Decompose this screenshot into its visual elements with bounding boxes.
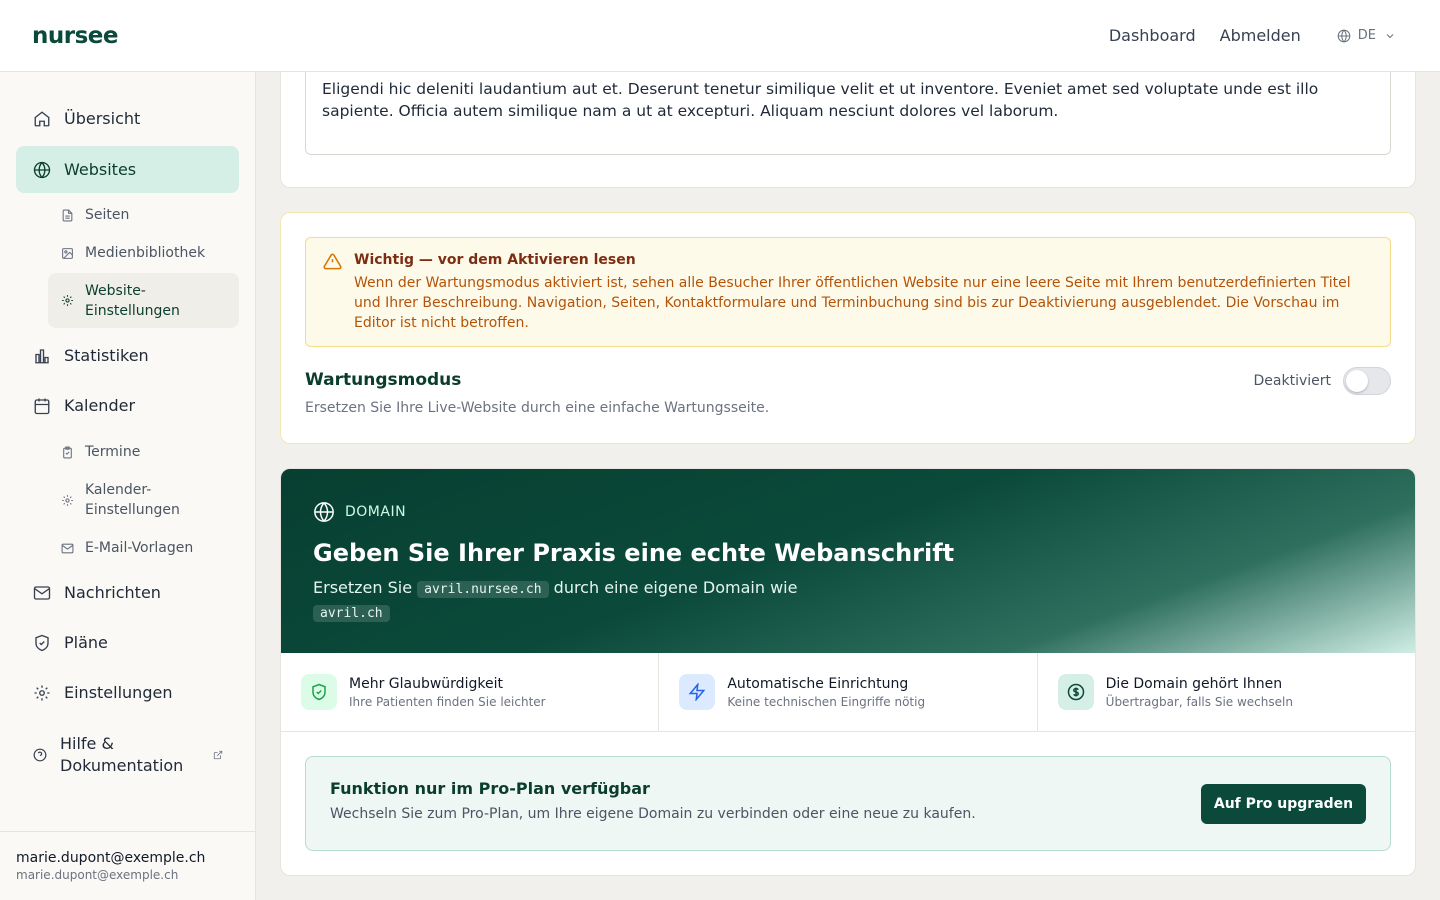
pro-plan-box: Funktion nur im Pro-Plan verfügbar Wechs…: [305, 756, 1391, 851]
app-logo[interactable]: nursee: [32, 23, 118, 49]
sidebar-subitem-label: Kalender-Einstellungen: [85, 482, 180, 518]
sidebar-subitem-calendar-settings[interactable]: Kalender-Einstellungen: [48, 478, 239, 522]
gear-icon: [62, 494, 73, 506]
sidebar-item-overview[interactable]: Übersicht: [16, 95, 239, 142]
lightning-icon: [688, 683, 706, 701]
sidebar-subitem-pages[interactable]: Seiten: [48, 203, 239, 227]
sidebar: Übersicht Websites Seiten Medienbiblioth…: [0, 72, 256, 900]
description-card: Eligendi hic deleniti laudantium aut et.…: [280, 60, 1416, 188]
help-icon: [33, 748, 47, 762]
sidebar-subitem-label: E-Mail-Vorlagen: [85, 540, 194, 556]
sidebar-item-label: Hilfe & Dokumentation: [60, 734, 184, 775]
logout-link[interactable]: Abmelden: [1220, 26, 1301, 45]
mail-icon: [61, 543, 74, 553]
sidebar-item-label: Einstellungen: [64, 683, 173, 702]
domain-description: Ersetzen Sie avril.nursee.ch durch eine …: [313, 577, 833, 625]
bar-chart-icon: [35, 348, 49, 363]
domain-title: Geben Sie Ihrer Praxis eine echte Webans…: [313, 539, 955, 567]
user-name: marie.dupont@exemple.ch: [16, 850, 206, 866]
sidebar-item-label: Websites: [64, 160, 137, 179]
user-account-block[interactable]: marie.dupont@exemple.ch marie.dupont@exe…: [0, 831, 255, 900]
sidebar-item-settings[interactable]: Einstellungen: [16, 669, 239, 716]
language-selector[interactable]: DE: [1337, 28, 1396, 43]
example-domain-code: avril.ch: [313, 605, 390, 622]
feature-icon-box: [301, 674, 337, 710]
language-code: DE: [1357, 28, 1376, 43]
sidebar-item-label: Statistiken: [64, 346, 149, 365]
domain-kicker-label: DOMAIN: [345, 504, 407, 520]
upgrade-pro-button[interactable]: Auf Pro upgraden: [1201, 784, 1366, 824]
sidebar-subitem-label: Website-Einstellungen: [85, 282, 180, 319]
sidebar-subitem-email-templates[interactable]: E-Mail-Vorlagen: [48, 536, 239, 560]
sidebar-item-label: Übersicht: [64, 109, 141, 128]
sidebar-item-websites[interactable]: Websites: [16, 146, 239, 193]
shield-icon: [35, 634, 49, 651]
sidebar-item-calendar[interactable]: Kalender: [16, 382, 239, 429]
feature-credibility: Mehr Glaubwürdigkeit Ihre Patienten find…: [281, 653, 660, 731]
maintenance-toggle-label: Deaktiviert: [1253, 373, 1332, 389]
sidebar-item-label: Pläne: [64, 633, 108, 652]
header-nav: Dashboard Abmelden DE: [1085, 26, 1408, 45]
user-email: marie.dupont@exemple.ch: [16, 868, 179, 882]
image-icon: [62, 247, 73, 259]
sidebar-subitem-label: Seiten: [85, 207, 130, 223]
domain-desc-middle: durch eine eigene Domain wie: [553, 578, 798, 597]
dashboard-link[interactable]: Dashboard: [1109, 26, 1196, 45]
gear-icon: [62, 295, 73, 306]
domain-kicker: DOMAIN: [313, 501, 1383, 523]
domain-card: DOMAIN Geben Sie Ihrer Praxis eine echte…: [280, 468, 1416, 876]
sidebar-subitem-appointments[interactable]: Termine: [48, 440, 239, 464]
current-domain-code: avril.nursee.ch: [417, 581, 549, 598]
sidebar-item-help[interactable]: Hilfe & Dokumentation: [16, 727, 239, 783]
maintenance-title: Wartungsmodus: [305, 370, 462, 390]
mail-icon: [33, 585, 51, 600]
dollar-icon: [1067, 683, 1084, 701]
gear-icon: [34, 685, 50, 700]
home-icon: [34, 110, 50, 126]
sidebar-item-plans[interactable]: Pläne: [16, 619, 239, 666]
domain-hero: DOMAIN Geben Sie Ihrer Praxis eine echte…: [281, 469, 1415, 653]
warning-text: Wenn der Wartungsmodus aktiviert ist, se…: [354, 275, 1351, 331]
maintenance-toggle[interactable]: [1343, 367, 1391, 395]
sidebar-item-statistics[interactable]: Statistiken: [16, 332, 239, 379]
maintenance-toggle-wrap: Deaktiviert: [1253, 367, 1391, 395]
calendar-icon: [34, 398, 50, 414]
sidebar-subitem-label: Medienbibliothek: [85, 245, 206, 261]
sidebar-item-label: Nachrichten: [64, 583, 161, 602]
toggle-knob: [1346, 370, 1368, 392]
description-textarea[interactable]: Eligendi hic deleniti laudantium aut et.…: [305, 72, 1391, 155]
feature-icon-box: [1057, 674, 1094, 710]
globe-icon: [33, 161, 51, 178]
feature-subtitle: Ihre Patienten finden Sie leichter: [349, 694, 546, 709]
feature-title: Mehr Glaubwürdigkeit: [349, 675, 503, 692]
feature-auto-setup: Automatische Einrichtung Keine technisch…: [659, 653, 1038, 731]
feature-title: Die Domain gehört Ihnen: [1105, 675, 1283, 692]
sidebar-item-label: Kalender: [64, 396, 136, 415]
maintenance-card: Wichtig — vor dem Aktivieren lesen Wenn …: [280, 212, 1416, 444]
domain-features: Mehr Glaubwürdigkeit Ihre Patienten find…: [281, 653, 1415, 732]
sidebar-item-messages[interactable]: Nachrichten: [16, 569, 239, 616]
globe-icon: [1337, 29, 1351, 42]
feature-ownership: Die Domain gehört Ihnen Übertragbar, fal…: [1038, 653, 1415, 731]
sidebar-subitem-label: Termine: [85, 444, 141, 460]
sidebar-subitem-media-library[interactable]: Medienbibliothek: [48, 241, 239, 265]
feature-subtitle: Keine technischen Eingriffe nötig: [727, 694, 926, 709]
feature-subtitle: Übertragbar, falls Sie wechseln: [1105, 694, 1293, 709]
domain-desc-prefix: Ersetzen Sie: [313, 578, 413, 597]
file-icon: [62, 209, 73, 221]
warning-icon: [323, 253, 342, 270]
clipboard-icon: [63, 446, 72, 458]
external-link-icon: [213, 750, 223, 760]
sidebar-subitem-website-settings[interactable]: Website-Einstellungen: [48, 273, 239, 328]
maintenance-warning: Wichtig — vor dem Aktivieren lesen Wenn …: [305, 237, 1391, 347]
chevron-down-icon: [1386, 33, 1394, 38]
feature-icon-box: [679, 674, 716, 710]
top-header: nursee Dashboard Abmelden DE: [0, 0, 1440, 72]
feature-title: Automatische Einrichtung: [727, 675, 909, 692]
warning-title: Wichtig — vor dem Aktivieren lesen: [354, 252, 636, 268]
shield-check-icon: [312, 683, 326, 701]
maintenance-subtitle: Ersetzen Sie Ihre Live-Website durch ein…: [305, 400, 770, 416]
globe-icon: [314, 502, 334, 522]
